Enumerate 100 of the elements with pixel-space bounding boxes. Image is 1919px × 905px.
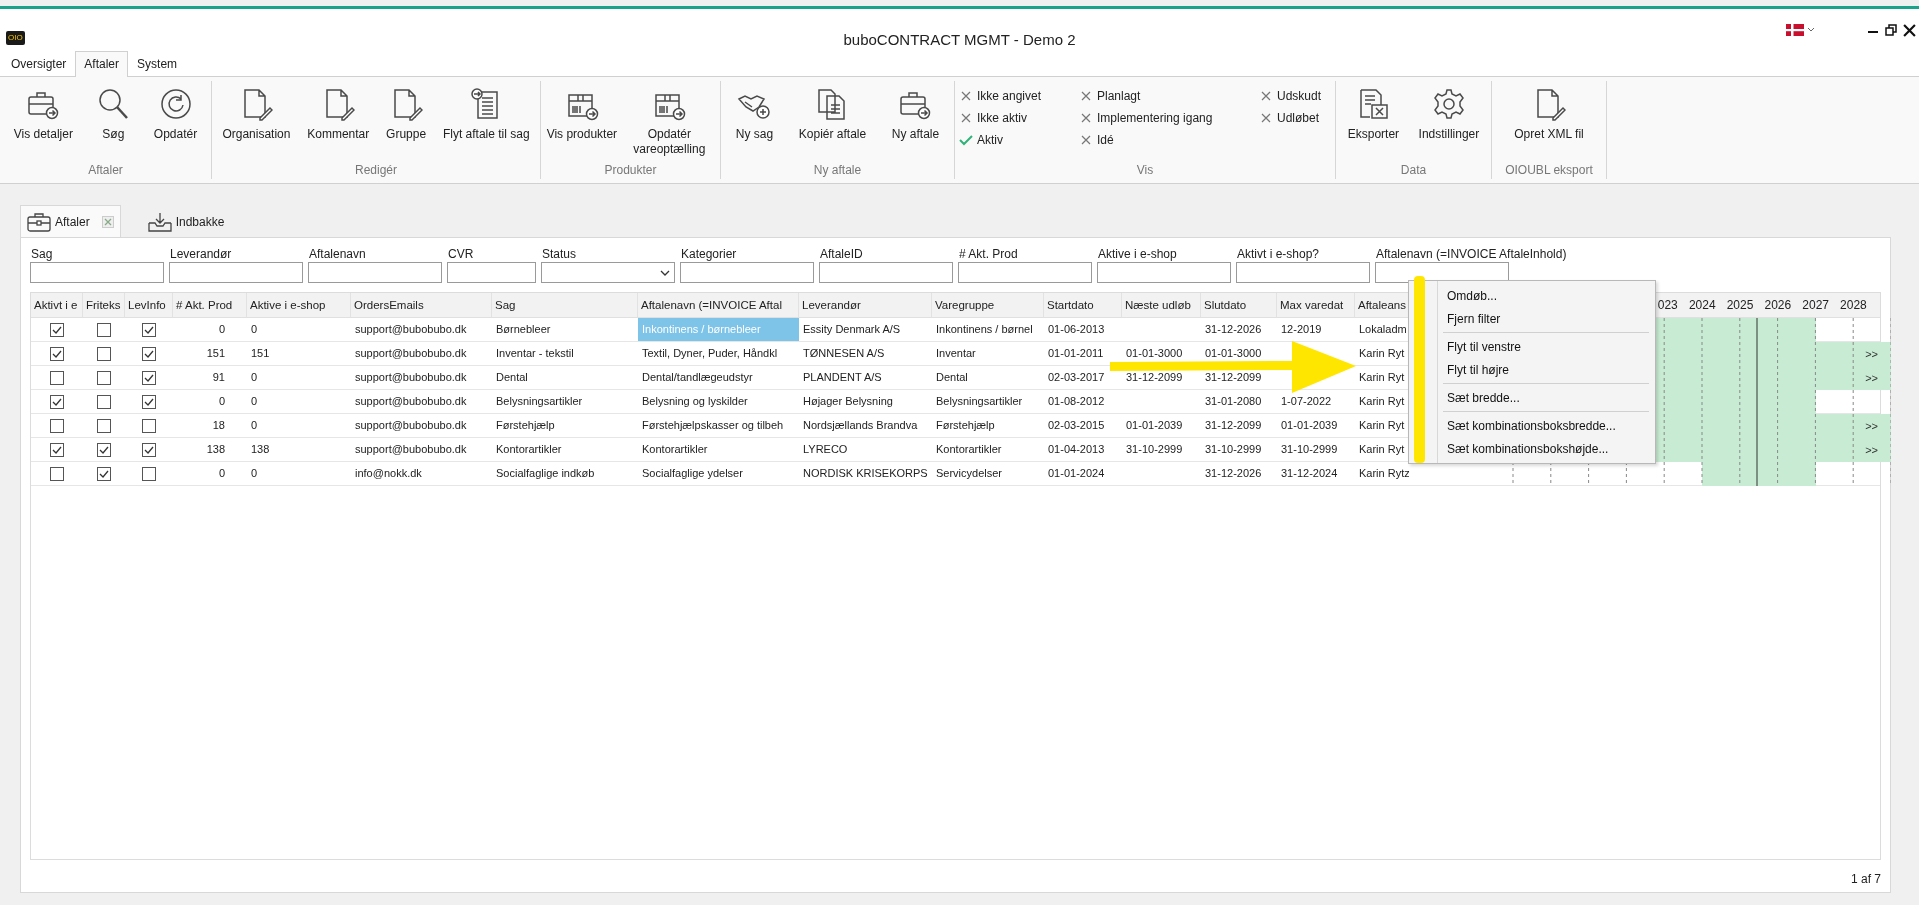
ribbon-button[interactable]: Søg	[94, 85, 133, 161]
document-tab[interactable]: Indbakke	[140, 205, 232, 237]
ribbon-button[interactable]: Indstillinger	[1416, 85, 1482, 161]
filter-field[interactable]	[680, 262, 814, 283]
table-cell-text: 91	[211, 370, 226, 385]
checkbox[interactable]	[50, 418, 64, 433]
column-header[interactable]: Friteks	[83, 293, 125, 317]
checkbox[interactable]	[142, 442, 156, 457]
status-filter-toggle[interactable]: Udløbet	[1259, 107, 1320, 129]
ribbon-button[interactable]: Organisation	[220, 85, 293, 161]
table-cell-text: support@bubobubo.dk	[354, 442, 468, 457]
column-header[interactable]: LevInfo	[125, 293, 173, 317]
menu-item[interactable]: Sæt bredde...	[1411, 386, 1653, 409]
filter-field[interactable]	[30, 262, 164, 283]
ribbon-button[interactable]: Flyt aftale til sag	[440, 85, 532, 161]
more-indicator[interactable]: >>	[1865, 443, 1880, 456]
ribbon-tab[interactable]: Oversigter	[2, 51, 76, 77]
table-cell-text: 02-03-2015	[1047, 418, 1106, 433]
checkbox[interactable]	[142, 346, 156, 361]
more-indicator[interactable]: >>	[1865, 419, 1880, 432]
filter-field[interactable]	[1236, 262, 1370, 283]
close-icon[interactable]	[1903, 24, 1916, 37]
ribbon-button[interactable]: Eksporter	[1345, 85, 1402, 161]
checkbox[interactable]	[50, 346, 64, 361]
ribbon-button[interactable]: Ny sag	[733, 85, 776, 161]
filter-field[interactable]	[308, 262, 442, 283]
status-filter-toggle[interactable]: Udskudt	[1259, 85, 1322, 107]
column-header[interactable]: Sag	[492, 293, 638, 317]
ribbon-button[interactable]: Kopiér aftale	[796, 85, 869, 161]
column-header[interactable]: Slutdato	[1201, 293, 1277, 317]
status-dropdown[interactable]	[541, 262, 675, 283]
status-filter-toggle[interactable]: Planlagt	[1079, 85, 1141, 107]
checkbox[interactable]	[142, 418, 156, 433]
ribbon-button[interactable]: Gruppe	[384, 85, 429, 161]
checkbox[interactable]	[97, 466, 111, 481]
checkbox[interactable]	[50, 394, 64, 409]
ribbon-button[interactable]: Kommentar	[305, 85, 372, 161]
column-header[interactable]: Leverandør	[799, 293, 932, 317]
ribbon-tab[interactable]: System	[128, 51, 187, 77]
column-header[interactable]: Varegruppe	[932, 293, 1044, 317]
status-filter-toggle[interactable]: Ikke aktiv	[959, 107, 1027, 129]
checkbox[interactable]	[97, 394, 111, 409]
filter-field[interactable]	[447, 262, 536, 283]
checkbox[interactable]	[142, 394, 156, 409]
status-filter-toggle[interactable]: Implementering igang	[1079, 107, 1213, 129]
checkbox[interactable]	[50, 466, 64, 481]
filter-field[interactable]	[819, 262, 953, 283]
column-header[interactable]: Næste udløb	[1122, 293, 1201, 317]
document-tab[interactable]: Aftaler	[20, 205, 121, 237]
filter-field[interactable]	[958, 262, 1092, 283]
status-filter-toggle[interactable]: Idé	[1079, 129, 1114, 151]
table-cell-text: 01-06-2013	[1047, 322, 1106, 337]
table-cell-text: Socialfaglige ydelser	[641, 466, 744, 481]
status-filter-toggle[interactable]: Aktiv	[959, 129, 1003, 151]
column-header[interactable]: Aftalenavn (=INVOICE Aftal	[638, 293, 799, 317]
checkbox[interactable]	[50, 442, 64, 457]
table-cell-text: Belysning og lyskilder	[641, 394, 749, 409]
menu-item[interactable]: Flyt til venstre	[1411, 335, 1653, 358]
more-indicator[interactable]: >>	[1865, 347, 1880, 360]
briefcase-icon	[27, 211, 51, 232]
checkbox[interactable]	[97, 418, 111, 433]
checkbox[interactable]	[142, 370, 156, 385]
year-label: 2026	[1763, 297, 1793, 314]
checkbox[interactable]	[142, 322, 156, 337]
ribbon-button[interactable]: Ny aftale	[889, 85, 942, 161]
more-indicator[interactable]: >>	[1865, 371, 1880, 384]
status-filter-toggle[interactable]: Ikke angivet	[959, 85, 1042, 107]
settings-icon	[1431, 87, 1466, 121]
filter-field[interactable]	[169, 262, 303, 283]
ribbon-button[interactable]: Opdatér vareoptælling	[622, 85, 717, 161]
column-header[interactable]: Startdato	[1044, 293, 1122, 317]
menu-item[interactable]: Omdøb...	[1411, 284, 1653, 307]
ribbon-button[interactable]: Vis detaljer	[11, 85, 75, 161]
column-header[interactable]: Aktivt i e	[31, 293, 83, 317]
column-header[interactable]: # Akt. Prod	[173, 293, 247, 317]
checkbox[interactable]	[97, 346, 111, 361]
table-cell-text: Karin Rytz	[1358, 466, 1409, 481]
column-header[interactable]: Max varedat	[1277, 293, 1355, 317]
ribbon-tab[interactable]: Aftaler	[75, 51, 129, 77]
restore-icon[interactable]	[1885, 24, 1897, 36]
ribbon-button[interactable]: Opdatér	[151, 85, 200, 161]
column-header[interactable]: OrdersEmails	[351, 293, 492, 317]
checkbox[interactable]	[97, 322, 111, 337]
ribbon-button[interactable]: Opret XML fil	[1512, 85, 1586, 161]
table-cell-text: support@bubobubo.dk	[354, 322, 468, 337]
checkbox[interactable]	[50, 370, 64, 385]
checkbox[interactable]	[97, 370, 111, 385]
checkbox[interactable]	[142, 466, 156, 481]
menu-item[interactable]: Fjern filter	[1411, 307, 1653, 330]
filter-field[interactable]	[1097, 262, 1231, 283]
menu-item[interactable]: Sæt kombinationsboksbredde...	[1411, 414, 1653, 437]
menu-item[interactable]: Sæt kombinationsbokshøjde...	[1411, 437, 1653, 460]
table-cell-text: 0	[250, 370, 259, 385]
column-header[interactable]: Aktive i e-shop	[247, 293, 351, 317]
checkbox[interactable]	[50, 322, 64, 337]
menu-item[interactable]: Flyt til højre	[1411, 358, 1653, 381]
table-cell-text: 31-12-2099	[1204, 418, 1263, 433]
flag-icon[interactable]	[1786, 24, 1816, 36]
ribbon-button[interactable]: Vis produkter	[544, 85, 620, 161]
checkbox[interactable]	[97, 442, 111, 457]
